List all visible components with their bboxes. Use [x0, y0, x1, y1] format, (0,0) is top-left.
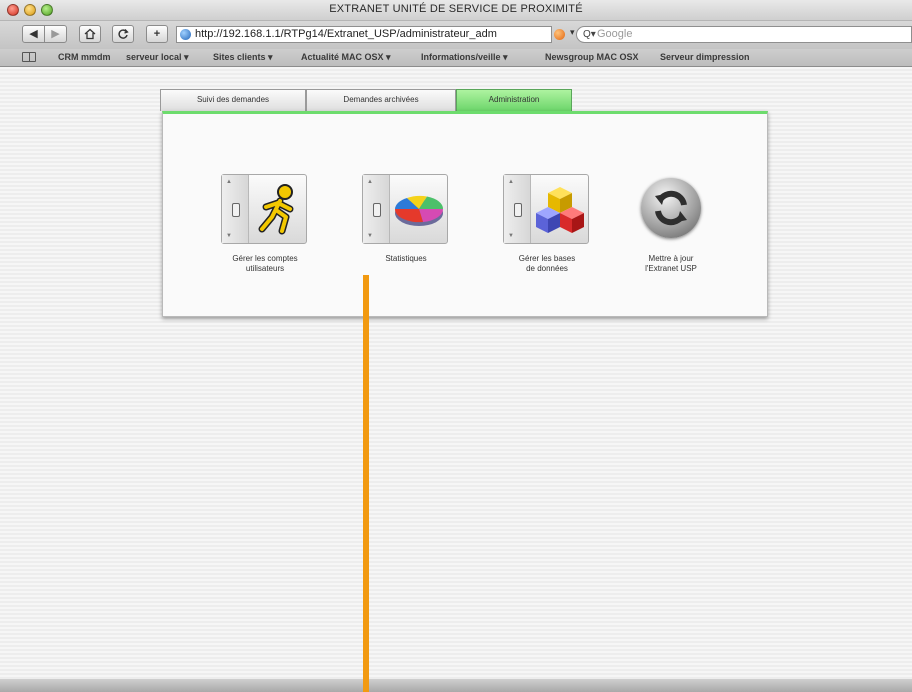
tab-suivi-des-demandes[interactable]: Suivi des demandes	[160, 89, 306, 111]
tile-label-line: utilisateurs	[245, 264, 285, 273]
bookmarks-bar: CRM mmdm serveur local ▾ Sites clients ▾…	[0, 49, 912, 67]
switch-icon	[232, 203, 240, 217]
tile-label: Mettre à jour l'Extranet USP	[611, 254, 731, 274]
address-bar-url: http://192.168.1.1/RTPg14/Extranet_USP/a…	[195, 28, 497, 40]
tab-demandes-archivees[interactable]: Demandes archivées	[306, 89, 456, 111]
bookmark-item[interactable]: CRM mmdm	[58, 52, 111, 62]
cubes-icon	[536, 187, 584, 233]
forward-button[interactable]: ▶	[44, 25, 67, 43]
arrow-up-icon: ▲	[367, 179, 373, 185]
tile-label-line: l'Extranet USP	[645, 264, 697, 273]
annotation-line	[363, 275, 369, 692]
tile-label: Statistiques	[346, 254, 466, 264]
running-person-icon	[258, 184, 294, 235]
tile-label: Gérer les bases de données	[487, 254, 607, 274]
search-input[interactable]: Q▾ Google	[576, 26, 912, 43]
administration-panel: ▲ ▼ Gérer les comptes utilisateurs ▲ ▼ S…	[162, 111, 768, 317]
book-icon[interactable]	[22, 52, 36, 62]
arrow-down-icon: ▼	[367, 233, 373, 239]
browser-window: EXTRANET UNITÉ DE SERVICE DE PROXIMITÉ ◀…	[0, 0, 912, 692]
arrow-down-icon: ▼	[226, 233, 232, 239]
tile-label-line: Gérer les comptes	[232, 254, 298, 263]
bookmark-item[interactable]: Serveur dimpression	[660, 52, 750, 62]
status-bar	[0, 679, 912, 692]
bookmark-item[interactable]: Newsgroup MAC OSX	[545, 52, 639, 62]
switch-icon	[373, 203, 381, 217]
tile-label-line: Statistiques	[385, 254, 427, 263]
rss-icon[interactable]	[554, 29, 565, 40]
address-bar[interactable]: http://192.168.1.1/RTPg14/Extranet_USP/a…	[176, 26, 552, 43]
bookmark-item[interactable]: Sites clients ▾	[213, 52, 273, 63]
arrow-up-icon: ▲	[508, 179, 514, 185]
add-bookmark-button[interactable]: +	[146, 25, 168, 43]
home-button[interactable]	[79, 25, 101, 43]
tile-label-line: de données	[526, 264, 568, 273]
search-icon: Q▾	[583, 29, 596, 40]
statistics-button[interactable]: ▲ ▼	[362, 174, 448, 244]
chevron-down-icon[interactable]: ▾	[570, 27, 575, 38]
manage-users-button[interactable]: ▲ ▼	[221, 174, 307, 244]
tile-label-line: Gérer les bases	[518, 254, 576, 263]
home-icon	[84, 28, 96, 40]
manage-databases-button[interactable]: ▲ ▼	[503, 174, 589, 244]
tile-label: Gérer les comptes utilisateurs	[205, 254, 325, 274]
switch-icon	[514, 203, 522, 217]
bookmark-item[interactable]: Informations/veille ▾	[421, 52, 508, 63]
tab-administration[interactable]: Administration	[456, 89, 572, 111]
globe-icon	[180, 29, 191, 40]
arrow-down-icon: ▼	[508, 233, 514, 239]
bookmark-item[interactable]: Actualité MAC OSX ▾	[301, 52, 391, 63]
browser-toolbar: ◀ ▶ + http://192.168.1.1/RTPg14/Extranet…	[0, 21, 912, 49]
reload-button[interactable]	[112, 25, 134, 43]
update-extranet-button[interactable]	[641, 178, 701, 238]
reload-icon	[118, 29, 129, 39]
tile-label-line: Mettre à jour	[648, 254, 694, 263]
title-bar: EXTRANET UNITÉ DE SERVICE DE PROXIMITÉ	[0, 0, 912, 21]
sync-icon	[655, 190, 687, 226]
arrow-up-icon: ▲	[226, 179, 232, 185]
window-title: EXTRANET UNITÉ DE SERVICE DE PROXIMITÉ	[329, 3, 583, 15]
back-button[interactable]: ◀	[22, 25, 45, 43]
bookmark-item[interactable]: serveur local ▾	[126, 52, 189, 63]
pie-chart-icon	[394, 195, 444, 226]
search-placeholder: Google	[597, 28, 633, 40]
